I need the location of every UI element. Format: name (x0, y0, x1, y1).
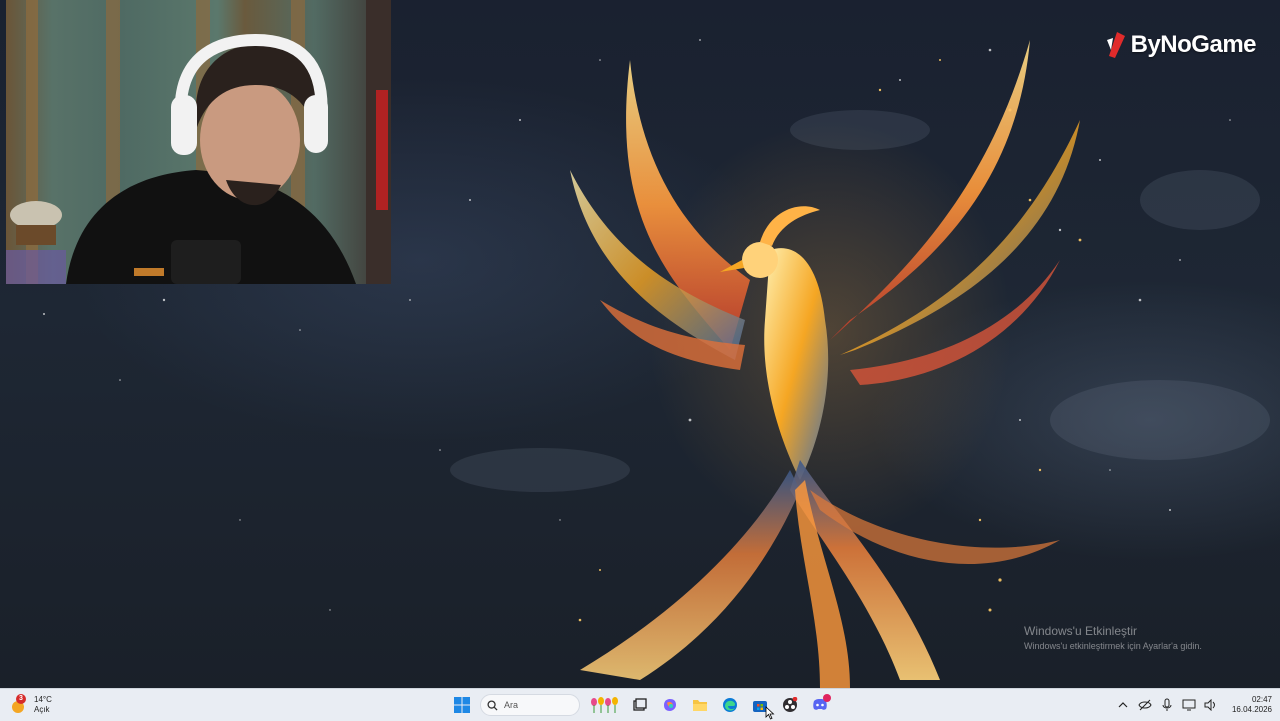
copilot-button[interactable] (658, 693, 682, 717)
windows-activation-notice: Windows'u Etkinleştir Windows'u etkinleş… (1024, 624, 1202, 651)
weather-sun-icon: 3 (10, 694, 28, 714)
microphone-icon (1162, 698, 1172, 711)
eye-off-icon (1138, 699, 1152, 711)
tray-volume-button[interactable] (1204, 698, 1218, 712)
weather-widget[interactable]: 3 14°C Açık (10, 692, 52, 718)
streamer-camera-feed (6, 0, 391, 284)
brand-name: ByNoGame (1130, 31, 1257, 58)
search-icon (487, 699, 498, 711)
start-button[interactable] (450, 693, 474, 717)
tulips-widget-icon (591, 697, 618, 713)
windows-start-icon (454, 697, 470, 713)
mouse-cursor-icon (765, 706, 775, 720)
widgets-button[interactable] (586, 694, 622, 716)
obs-icon (783, 697, 798, 712)
edge-browser-button[interactable] (718, 693, 742, 717)
clock-date: 16.04.2026 (1231, 705, 1272, 714)
search-placeholder: Ara (504, 700, 519, 710)
weather-condition: Açık (34, 705, 50, 714)
taskbar: 3 14°C Açık Ara 02:47 16.04.2026 (0, 688, 1280, 721)
tray-eye-off-button[interactable] (1138, 698, 1152, 712)
desktop-wallpaper: ByNoGame Windows'u Etkinleştir Windows'u… (0, 0, 1280, 688)
display-icon (1182, 699, 1196, 711)
copilot-icon (664, 699, 676, 711)
bynogame-watermark: ByNoGame (1103, 30, 1257, 60)
task-view-button[interactable] (628, 693, 652, 717)
tray-network-button[interactable] (1182, 698, 1196, 712)
file-explorer-button[interactable] (688, 693, 712, 717)
phoenix-illustration (570, 40, 1080, 688)
speaker-icon (1204, 699, 1215, 711)
chevron-up-icon (1118, 702, 1128, 708)
show-hidden-icons-button[interactable] (1116, 698, 1130, 712)
taskbar-search[interactable]: Ara (480, 694, 580, 716)
bynogame-logo-icon (1106, 32, 1125, 58)
taskbar-clock[interactable]: 02:47 16.04.2026 (1232, 695, 1272, 715)
weather-temperature: 14°C (34, 695, 52, 704)
tray-microphone-button[interactable] (1160, 698, 1174, 712)
system-tray: 02:47 16.04.2026 (1116, 692, 1272, 718)
discord-button[interactable] (808, 693, 832, 717)
obs-studio-button[interactable] (778, 693, 802, 717)
weather-badge: 3 (16, 694, 26, 704)
activation-subtitle: Windows'u etkinleştirmek için Ayarlar'a … (1024, 641, 1202, 651)
discord-notification-badge (823, 694, 831, 702)
file-explorer-icon (693, 700, 707, 711)
edge-icon (723, 698, 737, 712)
task-view-icon (633, 698, 647, 711)
activation-title: Windows'u Etkinleştir (1024, 624, 1137, 638)
webcam-overlay (6, 0, 391, 284)
clock-time: 02:47 (1251, 695, 1272, 704)
